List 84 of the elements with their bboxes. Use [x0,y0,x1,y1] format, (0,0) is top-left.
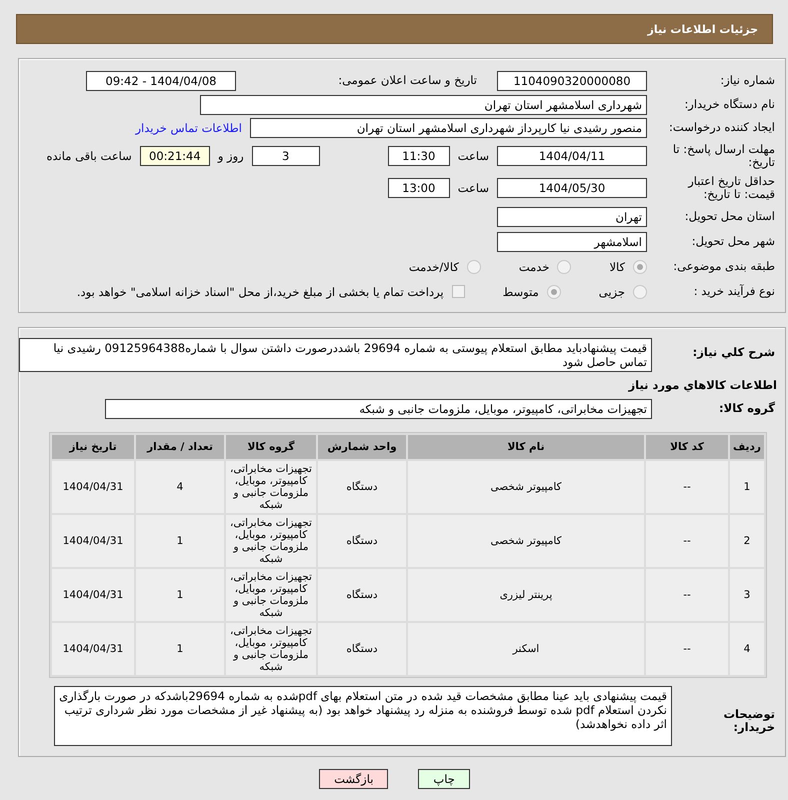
page-title: جزئیات اطلاعات نیاز [648,22,758,36]
table-cell: 1 [730,461,764,513]
field-label: شماره نیاز: [719,74,776,88]
radio-label: جزیی [598,284,625,298]
table-cell: دستگاه [318,623,406,675]
column-header: ردیف [730,435,764,459]
table-cell: دستگاه [318,461,406,513]
table-cell: اسکنر [408,623,644,675]
radio-button[interactable] [633,260,647,274]
field-label: نام دستگاه خریدار: [683,98,776,112]
radio-label: متوسط [502,284,539,298]
summary-field[interactable]: قیمت پیشنهادباید مطابق استعلام پیوستی به شماره 29694 باشددرصورت داشتن سوال با شماره09125964388 رشیدی نیا تماس حاصل شود [19,338,652,372]
table-cell: 4 [136,461,224,513]
time-label: ساعت [458,181,489,195]
radio-button[interactable] [557,260,572,274]
time-label: ساعت [458,149,489,163]
buyer-org-field[interactable]: شهرداری اسلامشهر استان تهران [200,95,647,115]
need-number-field[interactable]: 1104090320000080 [497,70,647,90]
table-cell: -- [646,515,728,567]
column-header: تاریخ نیاز [52,435,134,459]
table-cell: 1 [136,623,224,675]
table-cell: 1404/04/31 [52,515,134,567]
days-label: روز و [218,149,244,163]
column-header: واحد شمارش [318,435,406,459]
field-label: شرح کلي نياز: [692,344,776,360]
table-cell: تجهیزات مخابراتی، کامپیوتر، موبایل، ملزومات جانبی و شبکه [226,461,316,513]
goods-group-field[interactable]: تجهیزات مخابراتی، کامپیوتر، موبایل، ملزومات جانبی و شبکه [105,399,652,419]
table-cell: 3 [730,569,764,621]
remaining-time-field[interactable]: 00:21:44 [140,146,210,166]
table-cell: کامپیوتر شخصی [408,461,644,513]
table-cell: 4 [730,623,764,675]
radio-button[interactable] [546,284,561,298]
validity-date-field[interactable]: 1404/05/30 [497,178,647,198]
column-header: نام کالا [408,435,644,459]
radio-label: کالا/خدمت [408,260,459,274]
deadline-time-field[interactable]: 11:30 [388,146,450,166]
validity-time-field[interactable]: 13:00 [388,178,450,198]
field-label: مهلت ارسال پاسخ: تا تاریخ: [672,142,776,170]
table-cell: تجهیزات مخابراتی، کامپیوتر، موبایل، ملزومات جانبی و شبکه [226,569,316,621]
table-cell: تجهیزات مخابراتی، کامپیوتر، موبایل، ملزومات جانبی و شبکه [226,623,316,675]
field-label: طبقه بندی موضوعی: [672,260,776,274]
buyer-contact-link[interactable]: اطلاعات تماس خریدار [135,121,242,135]
announce-date-field[interactable]: 1404/04/08 - 09:42 [86,70,236,90]
field-label: گروه کالا: [718,402,776,416]
buyer-notes-field[interactable]: قیمت پیشنهادی باید عینا مطابق مشخصات قید شده در متن استعلام بهای pdfشده به شماره 29694باشدکه در صورت بارگذاری نکردن استعلام pdf شده توسط فروشنده به منزله رد پیشنهاد خواهد بود (به پیشنهاد غیر از مشخصات مورد نظر شرداری ترتیب اثر داده نخواهدشد) [54,686,672,746]
table-cell: 1404/04/31 [52,623,134,675]
table-cell: کامپیوتر شخصی [408,515,644,567]
city-field[interactable]: اسلامشهر [497,232,647,252]
back-button[interactable]: بازگشت [319,769,388,789]
table-cell: 2 [730,515,764,567]
field-label: حداقل تاریخ اعتبار قیمت: تا تاریخ: [686,174,776,202]
table-cell: -- [646,623,728,675]
deadline-date-field[interactable]: 1404/04/11 [497,146,647,166]
table-cell: دستگاه [318,569,406,621]
field-label: ایجاد کننده درخواست: [668,121,776,135]
radio-button[interactable] [466,260,481,274]
table-cell: 1404/04/31 [52,569,134,621]
checkbox-label: پرداخت تمام یا بخشی از مبلغ خرید،از محل "اسناد خزانه اسلامی" خواهد بود. [76,284,444,298]
table-cell: 1 [136,515,224,567]
checkbox[interactable] [452,285,465,298]
field-label: تاریخ و ساعت اعلان عمومی: [337,74,478,88]
radio-label: خدمت [518,260,550,274]
radio-label: کالا [609,260,625,274]
column-header: گروه کالا [226,435,316,459]
table-cell: -- [646,569,728,621]
field-label: توضیحات خریدار: [722,706,776,734]
radio-button[interactable] [633,284,647,298]
section-heading: اطلاعات کالاهاي مورد نياز [627,378,778,392]
print-button[interactable]: چاپ [418,769,470,789]
table-cell: -- [646,461,728,513]
days-field[interactable]: 3 [252,146,320,166]
province-field[interactable]: تهران [497,206,647,226]
remaining-label: ساعت باقی مانده [46,149,132,163]
column-header: تعداد / مقدار [136,435,224,459]
table-cell: 1 [136,569,224,621]
table-cell: تجهیزات مخابراتی، کامپیوتر، موبایل، ملزومات جانبی و شبکه [226,515,316,567]
requester-field[interactable]: منصور رشیدی نیا کارپرداز شهرداری اسلامشهر استان تهران [250,118,647,138]
table-cell: 1404/04/31 [52,461,134,513]
table-cell: پرینتر لیزری [408,569,644,621]
column-header: کد کالا [646,435,728,459]
field-label: استان محل تحویل: [684,210,776,224]
table-cell: دستگاه [318,515,406,567]
field-label: شهر محل تحویل: [690,234,776,248]
field-label: نوع فرآیند خرید : [692,284,776,298]
